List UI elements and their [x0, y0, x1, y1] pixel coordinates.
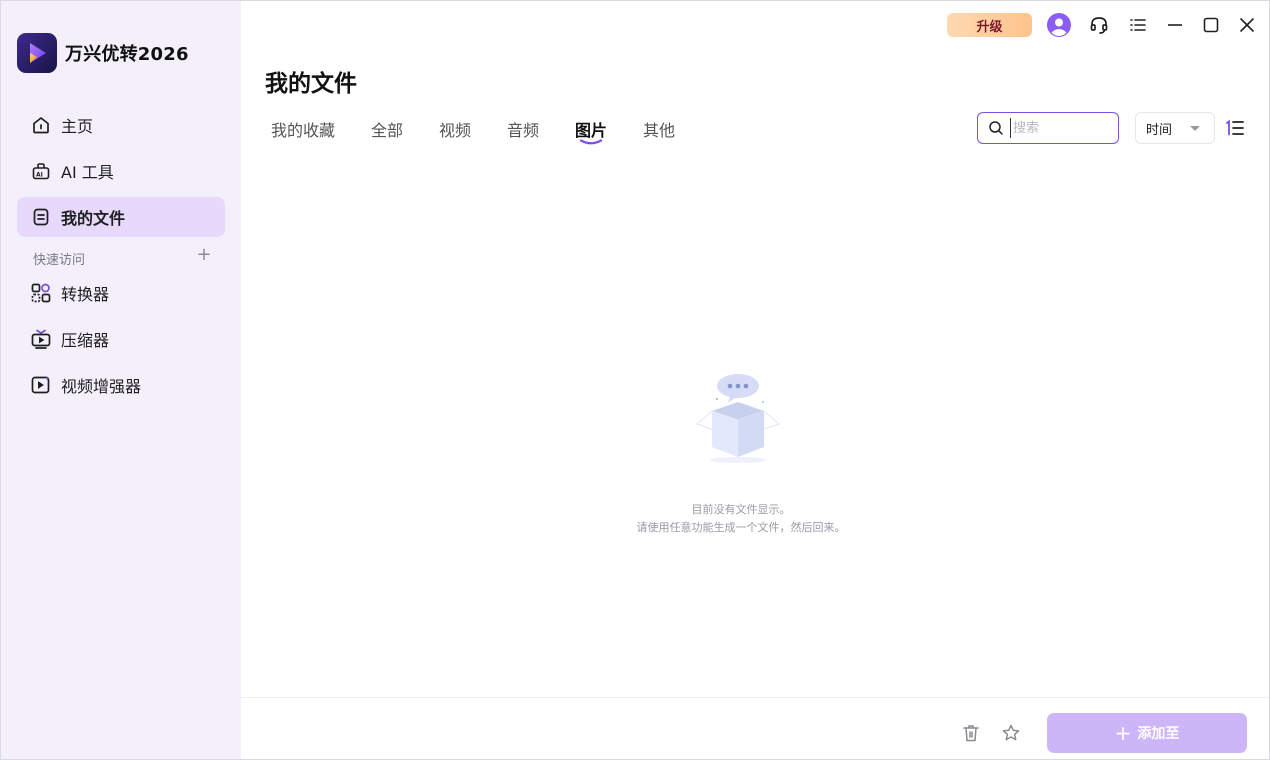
sidebar-item-compressor[interactable]: 压缩器 [17, 319, 225, 359]
sidebar: 万兴优转2026 主页 AI AI 工具 我的文件 快速访问 + 转换器 压缩器… [1, 1, 241, 759]
app-logo-icon [17, 33, 57, 73]
sidebar-item-ai-tools[interactable]: AI AI 工具 [17, 151, 225, 191]
search-box[interactable] [977, 112, 1119, 144]
sort-selected-value: 时间 [1146, 122, 1173, 138]
tab-images[interactable]: 图片 [575, 117, 608, 145]
minimize-icon[interactable] [1163, 13, 1187, 37]
maximize-icon[interactable] [1199, 13, 1223, 37]
sidebar-item-label: 压缩器 [61, 331, 110, 350]
sidebar-item-label: 视频增强器 [61, 377, 142, 396]
empty-message-line-1: 目前没有文件显示。 [691, 503, 791, 516]
sidebar-item-label: 主页 [61, 117, 94, 136]
sidebar-item-label: 转换器 [61, 285, 110, 304]
home-icon [29, 113, 53, 137]
app-window: 万兴优转2026 主页 AI AI 工具 我的文件 快速访问 + 转换器 压缩器… [0, 0, 1270, 760]
file-icon [29, 205, 53, 229]
svg-text:AI: AI [36, 172, 43, 179]
app-name: 万兴优转2026 [65, 44, 189, 65]
sidebar-item-my-files[interactable]: 我的文件 [17, 197, 225, 237]
empty-message-line-2: 请使用任意功能生成一个文件，然后回来。 [636, 521, 846, 534]
upgrade-button[interactable]: 升级 [947, 13, 1032, 37]
active-tab-indicator [579, 139, 603, 145]
ai-tools-icon: AI [29, 159, 53, 183]
sidebar-item-home[interactable]: 主页 [17, 105, 225, 145]
compressor-icon [29, 327, 53, 351]
add-quick-access-button[interactable]: + [195, 246, 213, 265]
video-enhancer-icon [29, 373, 53, 397]
trash-icon[interactable] [960, 722, 982, 744]
search-input[interactable] [1010, 118, 1110, 138]
menu-icon[interactable] [1126, 13, 1150, 37]
sidebar-item-converter[interactable]: 转换器 [17, 273, 225, 313]
sort-order-icon[interactable] [1224, 117, 1246, 139]
sidebar-item-label: 我的文件 [61, 209, 126, 228]
sort-dropdown[interactable]: 时间 [1135, 112, 1215, 144]
close-icon[interactable] [1235, 13, 1259, 37]
avatar[interactable] [1047, 13, 1071, 37]
converter-icon [29, 281, 53, 305]
chevron-down-icon [1190, 126, 1200, 131]
sidebar-item-video-enhancer[interactable]: 视频增强器 [17, 365, 225, 405]
add-to-button[interactable]: + 添加至 [1047, 713, 1247, 753]
brand: 万兴优转2026 [17, 33, 189, 73]
empty-box-icon [696, 374, 780, 463]
sidebar-item-label: AI 工具 [61, 163, 114, 182]
tab-all[interactable]: 全部 [371, 117, 403, 141]
plus-icon: + [1114, 721, 1132, 745]
add-to-label: 添加至 [1137, 726, 1180, 742]
footer-bar: + 添加至 [241, 697, 1269, 759]
quick-access-label: 快速访问 [33, 253, 86, 268]
tab-other[interactable]: 其他 [643, 117, 675, 141]
page-title: 我的文件 [265, 71, 357, 97]
empty-state: 目前没有文件显示。 请使用任意功能生成一个文件，然后回来。 [601, 371, 881, 537]
star-icon[interactable] [1000, 722, 1022, 744]
tab-label: 图片 [575, 121, 608, 140]
tab-video[interactable]: 视频 [439, 117, 471, 141]
search-icon [988, 120, 1004, 136]
tab-favorites[interactable]: 我的收藏 [271, 117, 335, 141]
tab-audio[interactable]: 音频 [507, 117, 539, 141]
headset-icon[interactable] [1087, 13, 1111, 37]
